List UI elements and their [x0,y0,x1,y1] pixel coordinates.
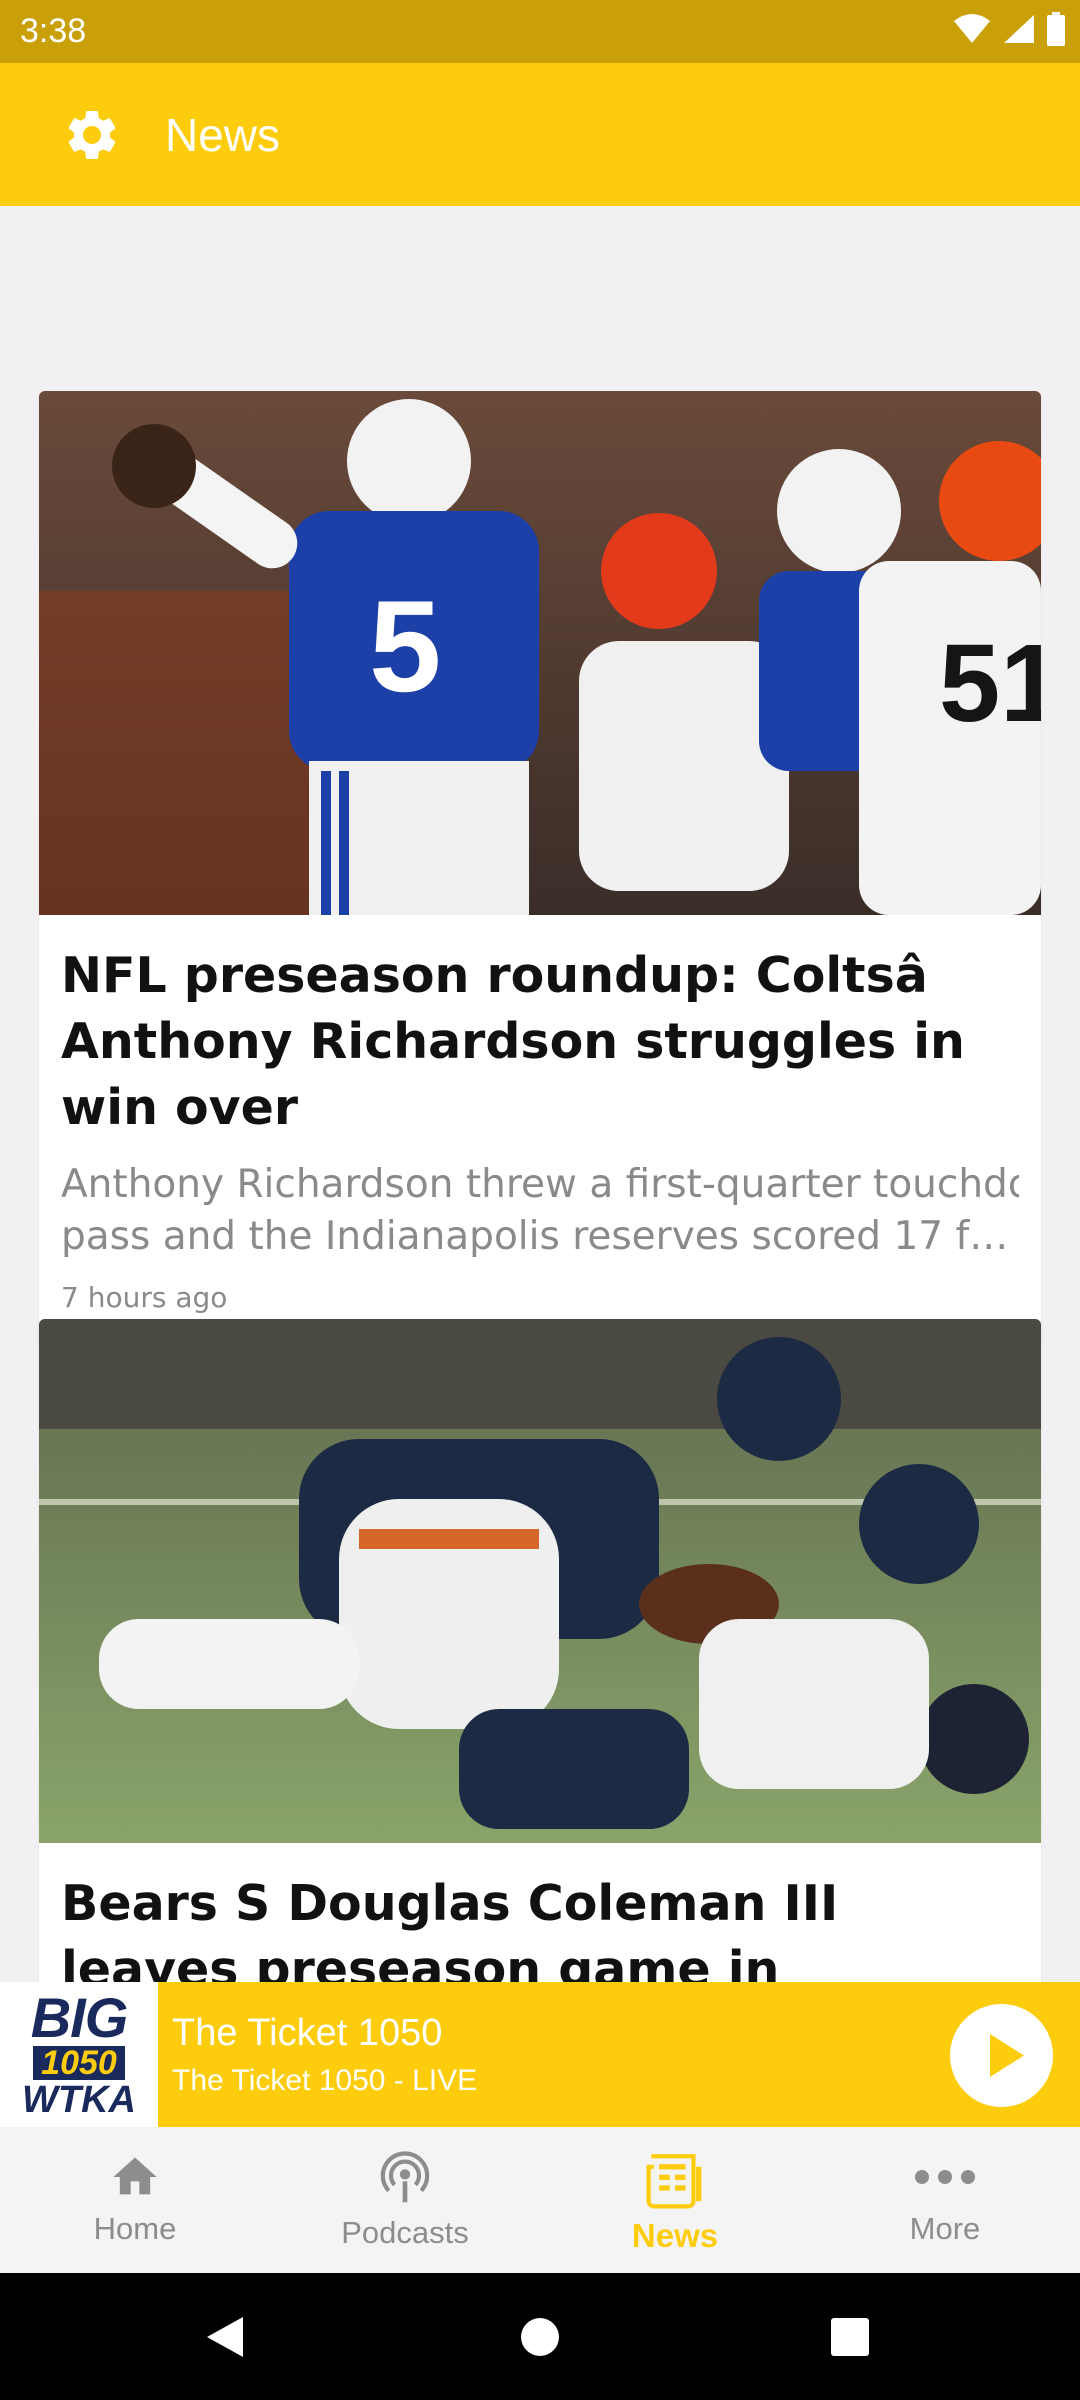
status-icons [952,12,1066,46]
nav-home[interactable]: Home [0,2127,270,2273]
app-bar: News [0,63,1080,206]
nav-news-label: News [631,2217,719,2254]
play-icon [990,2034,1024,2077]
signal-icon [1004,15,1034,43]
home-circle-icon[interactable] [520,2317,560,2357]
now-playing-bar[interactable]: BIG 1050 WTKA The Ticket 1050 The Ticket… [0,1982,1080,2127]
nav-more-label: More [909,2211,981,2246]
nav-news[interactable]: News [540,2127,810,2273]
svg-text:51: 51 [939,622,1041,745]
status-bar: 3:38 [0,0,1080,63]
station-subtitle: The Ticket 1050 - LIVE [172,2064,478,2097]
play-button[interactable] [950,2004,1053,2107]
nav-podcasts-label: Podcasts [341,2215,469,2250]
svg-text:5: 5 [369,573,441,719]
article-card[interactable]: 5 51 NFL preseason roundup: Coltsâ Antho… [39,391,1041,1350]
article-summary-line1: Anthony Richardson threw a first-quarter… [61,1162,1019,1207]
home-icon [113,2157,157,2195]
article-summary-line2: pass and the Indianapolis reserves score… [61,1214,1019,1259]
wifi-icon [954,14,990,43]
news-feed[interactable]: 5 51 NFL preseason roundup: Coltsâ Antho… [0,206,1080,1982]
article-headline[interactable]: NFL preseason roundup: Coltsâ Anthony Ri… [61,943,1019,1141]
gear-icon[interactable] [62,105,122,165]
recents-icon[interactable] [830,2317,870,2357]
nav-more[interactable]: More [810,2127,1080,2273]
page-title: News [165,109,281,161]
status-time: 3:38 [20,12,87,50]
battery-icon [1047,12,1065,46]
article-image[interactable] [39,1319,1041,1843]
podcast-icon [380,2151,430,2203]
nav-podcasts[interactable]: Podcasts [270,2127,540,2273]
more-icon [915,2170,975,2184]
article-image[interactable]: 5 51 [39,391,1041,915]
station-logo: BIG 1050 WTKA [0,1982,158,2127]
newspaper-icon [646,2154,702,2209]
bottom-navigation: Home Podcasts News More [0,2127,1080,2273]
nav-home-label: Home [93,2211,177,2246]
system-navigation-bar [0,2273,1080,2400]
station-title: The Ticket 1050 [172,2012,443,2054]
article-card[interactable]: Bears S Douglas Coleman III leaves prese… [39,1319,1041,1982]
back-icon[interactable] [205,2315,245,2359]
article-timestamp: 7 hours ago [61,1281,228,1314]
article-headline[interactable]: Bears S Douglas Coleman III leaves prese… [61,1871,1019,1982]
